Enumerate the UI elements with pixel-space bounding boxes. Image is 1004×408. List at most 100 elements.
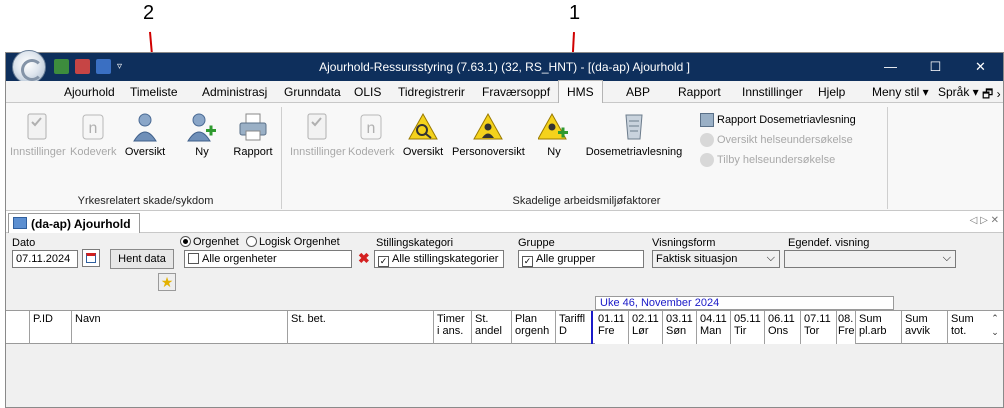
alle-grupper-checkbox[interactable]: ✓ (522, 256, 533, 267)
window-title: Ajourhold-Ressursstyring (7.63.1) (32, R… (319, 60, 690, 74)
column-header-st-bet[interactable]: St. bet. (288, 311, 434, 344)
stillingskategori-label: Stillingskategori (376, 237, 454, 249)
g1-rapport-button[interactable]: Rapport (230, 111, 276, 158)
g2-oversikt-label: Oversikt (402, 146, 444, 158)
tab-hms[interactable]: HMS (558, 80, 603, 104)
rapport-dosemetriavlesning-button[interactable]: Rapport Dosemetriavlesning (700, 113, 856, 127)
dosimeter-icon (625, 114, 643, 140)
tab-navigation-icons[interactable]: ◁ ▷ ✕ (970, 215, 999, 226)
orgenhet-radio[interactable] (180, 236, 191, 247)
g2-innstillinger-button[interactable]: Innstillinger (290, 111, 346, 158)
tab-abp[interactable]: ABP (626, 85, 650, 99)
scroll-up-icon[interactable]: ⌃ ⌄ (987, 311, 1003, 344)
column-header-day[interactable]: 05.11 Tir (731, 311, 765, 344)
egendef-visning-select[interactable]: ⌵ (784, 250, 956, 268)
g2-kodeverk-button[interactable]: n Kodeverk (348, 111, 394, 158)
close-button[interactable]: ✕ (958, 53, 1003, 81)
chevron-down-icon: ⌵ (766, 252, 775, 264)
logisk-orgenhet-label: Logisk Orgenhet (258, 236, 340, 248)
column-header-day[interactable]: 02.11 Lør (629, 311, 663, 344)
visningsform-select[interactable]: Faktisk situasjon ⌵ (652, 250, 780, 268)
tab-fravaersoppf[interactable]: Fraværsoppf (482, 85, 550, 99)
g1-kodeverk-label: Kodeverk (70, 146, 117, 158)
column-header-plan[interactable]: Plan orgenh (512, 311, 556, 344)
document-tab-bar: (da-ap) Ajourhold ◁ ▷ ✕ (6, 211, 1003, 233)
column-header-day[interactable]: 01.11 Fre (595, 311, 629, 344)
tab-hjelp[interactable]: Hjelp (818, 85, 845, 99)
tilby-helseundersokelse-button[interactable]: Tilby helseundersøkelse (700, 153, 835, 167)
health-icon (700, 133, 714, 147)
column-header-timer[interactable]: Timer i ans. (434, 311, 472, 344)
column-header-tariff[interactable]: Tariffl D (556, 311, 593, 344)
tilby-helseundersokelse-label: Tilby helseundersøkelse (717, 154, 836, 166)
stillingskategori-field[interactable]: ✓ Alle stillingskategorier (374, 250, 504, 268)
g1-kodeverk-button[interactable]: n Kodeverk (70, 111, 116, 158)
tab-olis[interactable]: OLIS (354, 85, 381, 99)
minimize-button[interactable]: — (868, 53, 913, 81)
hent-data-button[interactable]: Hent data (110, 249, 174, 269)
favorite-star-icon[interactable]: ★ (158, 273, 176, 291)
logisk-orgenhet-radio[interactable] (245, 236, 257, 247)
dato-input[interactable]: 07.11.2024 (12, 250, 78, 268)
egendef-visning-label: Egendef. visning (788, 237, 870, 249)
document-tab-ajourhold[interactable]: (da-ap) Ajourhold (8, 213, 140, 233)
column-header-day[interactable]: 08. Fre (837, 311, 856, 344)
g1-rapport-label: Rapport (233, 146, 273, 158)
g2-innstillinger-label: Innstillinger (290, 146, 346, 158)
tab-innstillinger[interactable]: Innstillinger (742, 85, 803, 99)
g2-personoversikt-button[interactable]: Personoversikt (452, 111, 525, 158)
alle-stillingskategorier-checkbox[interactable]: ✓ (378, 256, 389, 267)
warning-magnifier-icon (408, 112, 438, 140)
tab-timeliste[interactable]: Timeliste (130, 85, 178, 99)
oversikt-helseundersokelse-label: Oversikt helseundersøkelse (717, 134, 853, 146)
g2-dosemetriavlesning-button[interactable]: Dosemetriavlesning (582, 111, 686, 158)
column-header-sum-plarb[interactable]: Sum pl.arb (856, 311, 902, 344)
column-header-day[interactable]: 07.11 Tor (801, 311, 837, 344)
annotation-label-2: 2 (143, 2, 155, 24)
week-header: Uke 46, November 2024 (595, 296, 894, 310)
g1-ny-label: Ny (195, 146, 209, 158)
svg-text:n: n (89, 120, 98, 137)
g2-kodeverk-label: Kodeverk (348, 146, 395, 158)
add-person-icon (187, 113, 216, 142)
gruppe-field[interactable]: ✓ Alle grupper (518, 250, 644, 268)
annotation-label-1: 1 (569, 2, 581, 24)
document-tab-label: (da-ap) Ajourhold (31, 217, 131, 231)
g1-oversikt-button[interactable]: Oversikt (120, 111, 170, 158)
column-header-day[interactable]: 03.11 Søn (663, 311, 697, 344)
tab-tidregistrering[interactable]: Tidregistrerir (398, 85, 465, 99)
column-header-pid[interactable]: P.ID (30, 311, 72, 344)
column-header-navn[interactable]: Navn (72, 311, 288, 344)
settings-checklist-icon (307, 113, 327, 140)
g1-innstillinger-button[interactable]: Innstillinger (10, 111, 66, 158)
g1-ny-button[interactable]: Ny (184, 111, 220, 158)
group-skadelige: Innstillinger n Kodeverk Oversikt Person… (286, 107, 888, 209)
menu-style-dropdown[interactable]: Meny stil ▾ (872, 85, 929, 99)
printer-icon (700, 113, 714, 127)
column-header-sum-avvik[interactable]: Sum avvik (902, 311, 948, 344)
clear-filter-icon[interactable]: ✖ (358, 251, 370, 265)
tab-rapport[interactable]: Rapport (678, 85, 721, 99)
tab-grunndata[interactable]: Grunndata (284, 85, 341, 99)
visningsform-value: Faktisk situasjon (656, 253, 738, 265)
rapport-dosemetriavlesning-label: Rapport Dosemetriavlesning (717, 114, 856, 126)
schedule-grid: Uke 46, November 2024 P.ID Navn St. bet.… (6, 294, 1003, 406)
maximize-button[interactable]: ☐ (913, 53, 958, 81)
language-dropdown[interactable]: Språk ▾ (938, 85, 979, 99)
g2-ny-button[interactable]: Ny (536, 111, 572, 158)
column-header-day[interactable]: 04.11 Man (697, 311, 731, 344)
column-header-sum-tot[interactable]: Sum tot. (948, 311, 986, 344)
g2-personoversikt-label: Personoversikt (452, 146, 525, 158)
calendar-picker-icon[interactable] (82, 249, 100, 267)
oversikt-helseundersokelse-button[interactable]: Oversikt helseundersøkelse (700, 133, 853, 147)
column-header-st-andel[interactable]: St. andel (472, 311, 512, 344)
tab-ajourhold[interactable]: Ajourhold (64, 85, 115, 99)
orgenhet-field[interactable]: Alle orgenheter (184, 250, 352, 268)
codebook-icon: n (82, 114, 104, 140)
title-bar: ▿ Ajourhold-Ressursstyring (7.63.1) (32,… (6, 50, 1003, 84)
tab-administrasj[interactable]: Administrasj (202, 85, 267, 99)
g2-oversikt-button[interactable]: Oversikt (398, 111, 448, 158)
column-header-day[interactable]: 06.11 Ons (765, 311, 801, 344)
health-icon (700, 153, 714, 167)
alle-orgenheter-checkbox[interactable] (188, 253, 199, 264)
